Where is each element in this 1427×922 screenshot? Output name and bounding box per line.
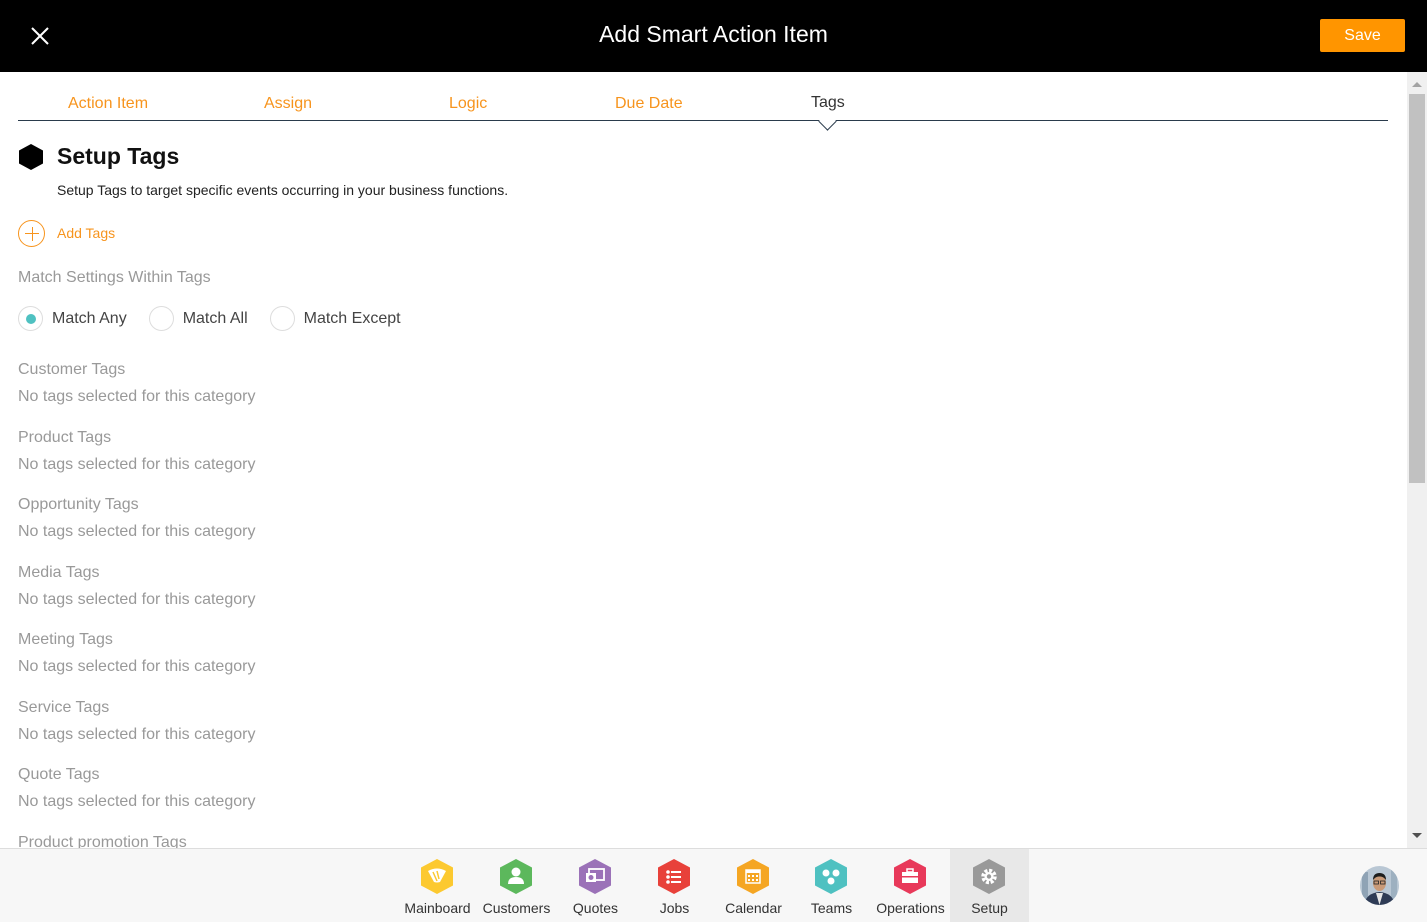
teams-icon [815,859,847,894]
user-avatar-image [1360,866,1399,905]
operations-icon [894,859,926,894]
radio-unchecked-icon [148,306,174,331]
nav-teams[interactable]: Teams [792,849,871,922]
section-description: Setup Tags to target specific events occ… [57,182,509,198]
nav-label: Quotes [572,900,619,916]
tab-due-date[interactable]: Due Date [615,95,683,113]
nav-quotes[interactable]: Quotes [556,849,635,922]
vertical-scrollbar[interactable] [1407,72,1427,848]
tab-bar: Action Item Assign Logic Due Date Tags [18,72,1388,131]
nav-label: Operations [876,900,945,916]
jobs-icon [658,859,690,894]
radio-match-any[interactable]: Match Any [18,306,127,331]
tag-category-quote: Quote Tags No tags selected for this cat… [18,766,255,811]
radio-label: Match All [182,309,248,327]
scrollbar-thumb[interactable] [1409,94,1425,483]
tag-category-empty: No tags selected for this category [18,388,256,405]
nav-label: Setup [971,900,1008,916]
match-settings-radio-group: Match Any Match All Match Except [18,306,423,331]
tag-category-media: Media Tags No tags selected for this cat… [18,564,255,609]
tag-category-name: Opportunity Tags [18,496,139,513]
tag-category-opportunity: Opportunity Tags No tags selected for th… [18,496,255,541]
tab-logic[interactable]: Logic [449,95,487,113]
radio-match-all[interactable]: Match All [148,306,248,331]
tag-category-customer: Customer Tags No tags selected for this … [18,361,255,406]
radio-label: Match Any [52,309,127,327]
nav-setup[interactable]: Setup [950,849,1029,922]
scroll-up-arrow-icon[interactable] [1412,82,1422,87]
nav-mainboard[interactable]: Mainboard [398,849,477,922]
tag-category-name: Product Tags [18,429,112,446]
add-tags-label: Add Tags [57,225,116,241]
nav-operations[interactable]: Operations [871,849,950,922]
user-avatar[interactable] [1360,866,1399,905]
customers-icon [500,859,532,894]
tag-category-product-promotion: Product promotion Tags [18,834,187,848]
match-settings-heading: Match Settings Within Tags [18,269,211,286]
radio-match-except[interactable]: Match Except [269,306,401,331]
tag-category-empty: No tags selected for this category [18,523,256,540]
tag-category-empty: No tags selected for this category [18,591,256,608]
tag-category-service: Service Tags No tags selected for this c… [18,699,255,744]
save-button[interactable]: Save [1320,19,1405,52]
active-tab-indicator [818,112,837,131]
tag-category-name: Media Tags [18,564,100,581]
tag-category-empty: No tags selected for this category [18,658,256,675]
tab-action-item[interactable]: Action Item [68,95,148,113]
tag-category-name: Customer Tags [18,361,126,378]
tag-category-empty: No tags selected for this category [18,456,256,473]
nav-label: Jobs [659,900,690,916]
tag-category-meeting: Meeting Tags No tags selected for this c… [18,631,255,676]
section-title: Setup Tags [57,143,180,169]
nav-calendar[interactable]: Calendar [714,849,793,922]
tag-category-empty: No tags selected for this category [18,726,256,743]
tag-category-name: Product promotion Tags [18,834,187,848]
nav-jobs[interactable]: Jobs [635,849,714,922]
tag-category-product: Product Tags No tags selected for this c… [18,429,255,474]
tab-tags[interactable]: Tags [811,94,845,112]
calendar-icon [737,859,769,894]
nav-label: Mainboard [404,900,471,916]
scroll-down-arrow-icon[interactable] [1412,833,1422,838]
page-title: Add Smart Action Item [599,21,828,47]
radio-unchecked-icon [269,306,295,331]
gear-icon [973,859,1005,894]
plus-circle-icon [18,219,45,247]
add-tags-button[interactable]: Add Tags [18,219,116,247]
mainboard-icon [421,859,453,894]
nav-label: Calendar [725,900,782,916]
radio-label: Match Except [303,309,401,327]
nav-label: Customers [482,900,551,916]
tag-category-name: Service Tags [18,699,110,716]
hexagon-icon [19,144,43,170]
radio-checked-icon [18,306,43,331]
nav-label: Teams [810,900,853,916]
header-bar: Add Smart Action Item Save [0,0,1427,72]
main-content: Action Item Assign Logic Due Date Tags S… [0,72,1407,848]
nav-customers[interactable]: Customers [477,849,556,922]
quotes-icon [579,859,611,894]
tag-category-empty: No tags selected for this category [18,793,256,810]
tag-category-name: Quote Tags [18,766,100,783]
bottom-navigation: Mainboard Customers Quotes Jobs Calendar… [0,848,1427,922]
tag-category-name: Meeting Tags [18,631,113,648]
tab-assign[interactable]: Assign [264,95,312,113]
